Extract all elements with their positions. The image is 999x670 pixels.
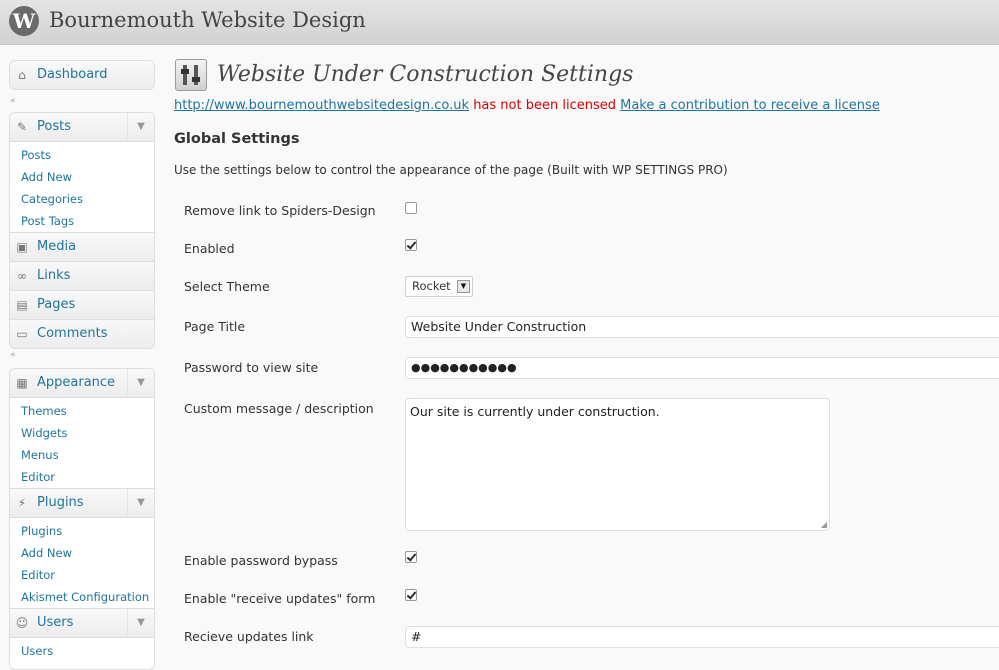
remove-link-label: Remove link to Spiders-Design: [184, 203, 376, 218]
menu-item-users[interactable]: ☺ Users ▼: [10, 608, 154, 638]
menu-item-pages[interactable]: ▤ Pages: [10, 291, 154, 320]
submenu-item-editor[interactable]: Editor: [10, 466, 154, 488]
admin-header: W Bournemouth Website Design: [0, 0, 999, 45]
plug-icon: ⚡: [17, 496, 27, 510]
updates-link-label: Recieve updates link: [184, 629, 314, 644]
enabled-label: Enabled: [184, 241, 235, 256]
select-theme-label: Select Theme: [184, 279, 270, 294]
submenu-item-menus[interactable]: Menus: [10, 444, 154, 466]
menu-item-links[interactable]: ∞ Links: [10, 262, 154, 291]
speech-bubble-icon: ▭: [16, 327, 28, 341]
submenu-item-categories[interactable]: Categories: [10, 188, 154, 210]
pushpin-icon: ✎: [16, 120, 28, 134]
password-label: Password to view site: [184, 360, 319, 375]
menu-label: Dashboard: [37, 67, 108, 82]
expand-arrow-icon[interactable]: ▼: [127, 369, 154, 397]
menu-label: Links: [37, 268, 71, 283]
submenu-item-editor[interactable]: Editor: [10, 564, 154, 586]
collapse-separator-icon[interactable]: «: [10, 96, 16, 106]
submenu-item-posts[interactable]: Posts: [10, 144, 154, 166]
page-title: Website Under Construction Settings: [217, 62, 634, 87]
expand-arrow-icon[interactable]: ▼: [127, 113, 154, 141]
menu-item-plugins[interactable]: ⚡ Plugins ▼: [10, 488, 154, 518]
submenu-appearance: Themes Widgets Menus Editor: [10, 398, 154, 488]
menu-item-media[interactable]: ▣ Media: [10, 232, 154, 262]
menu-label: Plugins: [37, 495, 84, 510]
site-url-link[interactable]: http://www.bournemouthwebsitedesign.co.u…: [174, 98, 469, 113]
resize-grip-icon[interactable]: ◢: [821, 520, 827, 529]
collapse-separator-icon[interactable]: «: [10, 350, 16, 360]
settings-sliders-icon: [175, 59, 207, 91]
custom-message-label: Custom message / description: [184, 401, 374, 416]
appearance-icon: ▦: [16, 376, 28, 390]
submenu-item-widgets[interactable]: Widgets: [10, 422, 154, 444]
enabled-checkbox[interactable]: [405, 239, 417, 251]
page-title-input[interactable]: Website Under Construction: [405, 316, 999, 338]
password-input[interactable]: ●●●●●●●●●●●: [405, 357, 999, 379]
receive-updates-form-checkbox[interactable]: [405, 589, 417, 601]
chevron-down-icon[interactable]: ▼: [457, 280, 470, 293]
admin-sidebar: ⌂ Dashboard « ✎ Posts ▼ Posts Add New Ca…: [0, 44, 160, 670]
menu-item-posts[interactable]: ✎ Posts ▼: [10, 113, 154, 142]
updates-link-input[interactable]: #: [405, 626, 999, 648]
theme-select-value: Rocket: [412, 279, 451, 293]
custom-message-value: Our site is currently under construction…: [410, 404, 660, 419]
expand-arrow-icon[interactable]: ▼: [127, 609, 154, 637]
wordpress-logo-icon[interactable]: W: [9, 6, 39, 36]
contribution-link[interactable]: Make a contribution to receive a license: [620, 98, 880, 113]
page-title-label: Page Title: [184, 319, 246, 334]
password-bypass-label: Enable password bypass: [184, 553, 338, 568]
menu-item-appearance[interactable]: ▦ Appearance ▼: [10, 369, 154, 398]
users-icon: ☺: [15, 616, 29, 630]
site-title[interactable]: Bournemouth Website Design: [49, 8, 366, 32]
submenu-item-users[interactable]: Users: [10, 640, 154, 662]
submenu-item-akismet-configuration[interactable]: Akismet Configuration: [10, 586, 154, 608]
menu-label: Pages: [37, 297, 76, 312]
camera-icon: ▣: [16, 240, 28, 254]
menu-posts: ✎ Posts ▼ Posts Add New Categories Post …: [9, 112, 155, 349]
menu-label: Posts: [37, 119, 71, 134]
menu-dashboard[interactable]: ⌂ Dashboard: [9, 60, 155, 90]
menu-item-comments[interactable]: ▭ Comments: [10, 320, 154, 348]
section-description: Use the settings below to control the ap…: [174, 163, 728, 177]
menu-label: Media: [37, 239, 77, 254]
receive-updates-form-label: Enable "receive updates" form: [184, 591, 376, 606]
theme-select[interactable]: Rocket ▼: [405, 276, 473, 297]
link-icon: ∞: [17, 269, 27, 283]
submenu-item-themes[interactable]: Themes: [10, 400, 154, 422]
license-status: has not been licensed: [473, 98, 616, 113]
menu-appearance-group: ▦ Appearance ▼ Themes Widgets Menus Edit…: [9, 368, 155, 670]
submenu-item-plugins[interactable]: Plugins: [10, 520, 154, 542]
license-notice: http://www.bournemouthwebsitedesign.co.u…: [174, 98, 880, 113]
custom-message-textarea[interactable]: Our site is currently under construction…: [405, 398, 830, 531]
submenu-posts: Posts Add New Categories Post Tags: [10, 142, 154, 232]
submenu-item-post-tags[interactable]: Post Tags: [10, 210, 154, 232]
submenu-item-add-new[interactable]: Add New: [10, 542, 154, 564]
pages-icon: ▤: [16, 298, 28, 312]
menu-item-dashboard[interactable]: ⌂ Dashboard: [10, 61, 154, 89]
section-title: Global Settings: [174, 131, 300, 147]
home-icon: ⌂: [18, 68, 26, 82]
menu-label: Comments: [37, 326, 108, 341]
submenu-plugins: Plugins Add New Editor Akismet Configura…: [10, 518, 154, 608]
remove-link-checkbox[interactable]: [405, 202, 417, 214]
menu-label: Users: [37, 615, 74, 630]
submenu-users: Users: [10, 638, 154, 662]
password-bypass-checkbox[interactable]: [405, 551, 417, 563]
menu-label: Appearance: [37, 375, 116, 390]
expand-arrow-icon[interactable]: ▼: [127, 489, 154, 517]
submenu-item-add-new[interactable]: Add New: [10, 166, 154, 188]
